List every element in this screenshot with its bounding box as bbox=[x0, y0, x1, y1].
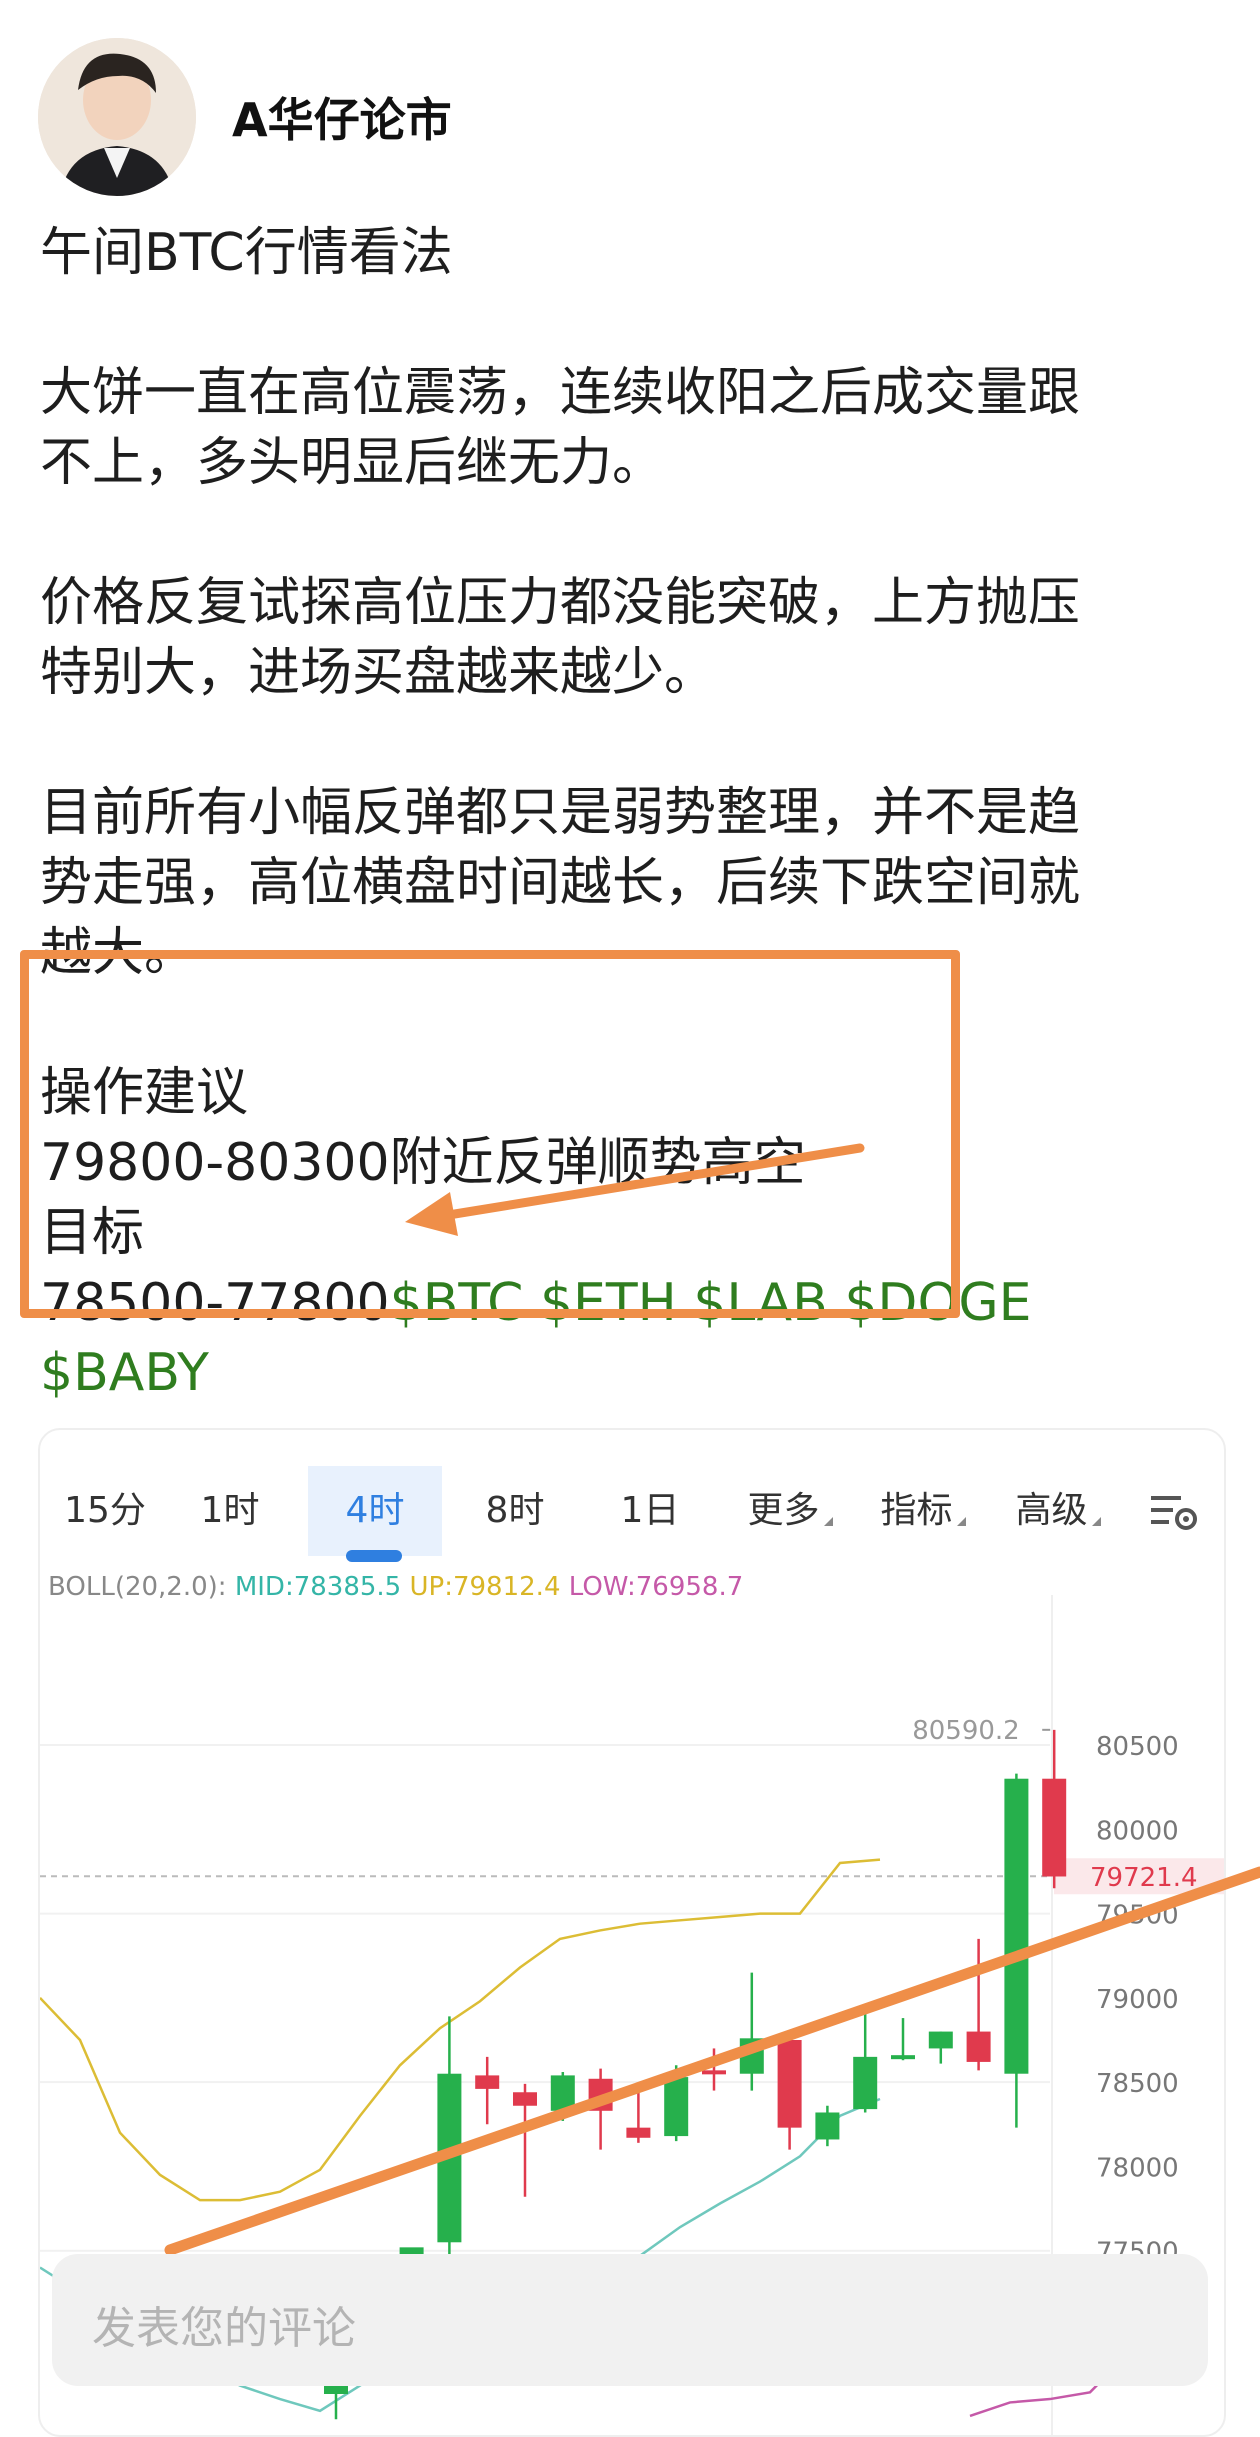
tab-4h[interactable]: 4时 bbox=[308, 1466, 442, 1562]
y-tick-label: 79500 bbox=[1096, 1901, 1179, 1931]
active-tab-indicator bbox=[346, 1550, 402, 1562]
candle-body bbox=[1004, 1778, 1029, 2074]
tab-1h[interactable]: 1时 bbox=[180, 1466, 280, 1556]
candle-body bbox=[853, 2056, 878, 2110]
chart-settings-button[interactable] bbox=[1140, 1466, 1210, 1556]
avatar-portrait-icon bbox=[38, 38, 196, 196]
dropdown-triangle-icon bbox=[956, 1517, 966, 1526]
candle-body bbox=[966, 2031, 991, 2062]
comment-placeholder: 发表您的评论 bbox=[92, 2303, 356, 2354]
high-marker-label: 80590.2 bbox=[912, 1716, 1020, 1746]
tag-line: $BABY bbox=[40, 1338, 1220, 1408]
candle-body bbox=[702, 2070, 726, 2075]
candle-body bbox=[928, 2031, 953, 2049]
candle-body bbox=[437, 2073, 462, 2243]
candle-body bbox=[664, 2077, 689, 2137]
annotation-box bbox=[20, 950, 960, 1318]
tab-more[interactable]: 更多 bbox=[730, 1466, 850, 1556]
candle-body bbox=[891, 2055, 915, 2060]
post-paragraph: 大饼一直在高位震荡，连续收阳之后成交量跟 不上，多头明显后继无力。 bbox=[40, 363, 1081, 493]
current-price-label: 79721.4 bbox=[1090, 1863, 1198, 1893]
candle-body bbox=[626, 2127, 651, 2138]
candle-body bbox=[739, 2038, 764, 2074]
settings-gear-icon bbox=[1151, 1496, 1197, 1530]
y-tick-label: 80000 bbox=[1096, 1816, 1179, 1846]
author-avatar[interactable] bbox=[38, 38, 196, 196]
y-tick-label: 79000 bbox=[1096, 1985, 1179, 2015]
y-tick-label: 78000 bbox=[1096, 2153, 1179, 2183]
comment-input[interactable]: 发表您的评论 bbox=[52, 2254, 1208, 2386]
dropdown-triangle-icon bbox=[1091, 1517, 1101, 1526]
dropdown-triangle-icon bbox=[823, 1517, 833, 1526]
post-paragraph: 价格反复试探高位压力都没能突破，上方抛压 特别大，进场买盘越来越少。 bbox=[40, 573, 1081, 703]
timeframe-tabs: 15分 1时 4时 8时 1日 更多 指标 高级 bbox=[40, 1466, 1224, 1562]
author-name[interactable]: A华仔论市 bbox=[232, 84, 452, 150]
tab-8h[interactable]: 8时 bbox=[460, 1466, 570, 1556]
tab-indicators[interactable]: 指标 bbox=[863, 1466, 983, 1556]
candle-body bbox=[513, 2092, 537, 2106]
tag-link[interactable]: $BABY bbox=[40, 1343, 209, 1403]
tab-15m[interactable]: 15分 bbox=[50, 1466, 160, 1556]
candle-body bbox=[588, 2078, 613, 2111]
candle-body bbox=[777, 2040, 802, 2128]
candle-body bbox=[815, 2112, 840, 2140]
candle-body bbox=[1042, 1778, 1067, 1877]
y-tick-label: 78500 bbox=[1096, 2069, 1179, 2099]
candle-body bbox=[475, 2075, 500, 2089]
y-tick-label: 80500 bbox=[1096, 1732, 1179, 1762]
post-title: 午间BTC行情看法 bbox=[40, 223, 453, 283]
candle-body bbox=[550, 2075, 575, 2111]
tab-advanced[interactable]: 高级 bbox=[998, 1466, 1118, 1556]
tab-1d[interactable]: 1日 bbox=[595, 1466, 705, 1556]
